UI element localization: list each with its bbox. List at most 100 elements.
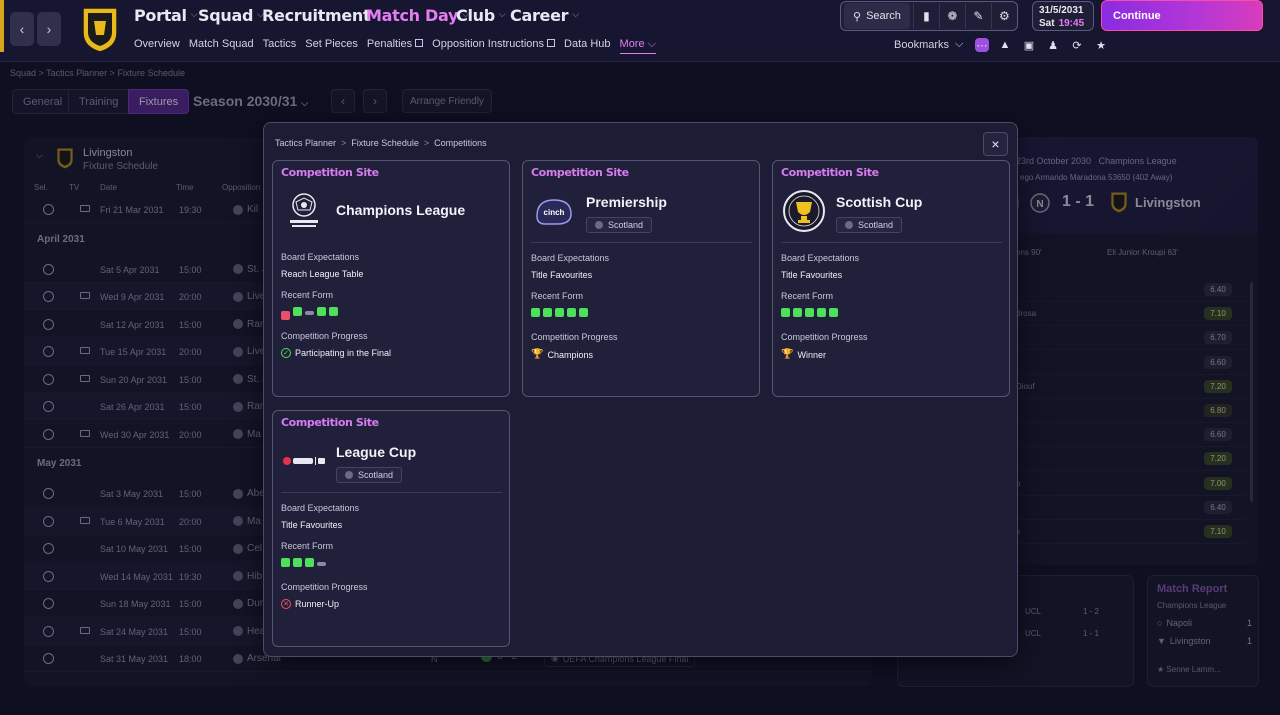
nation-badge: Scotland [836, 217, 903, 233]
recent-form [281, 558, 326, 567]
form-win [781, 308, 790, 317]
chevron-down-icon: ⌵ [498, 10, 506, 20]
board-expectations-value: Title Favourites [281, 520, 343, 530]
form-win [543, 308, 552, 317]
divider [531, 242, 752, 243]
competition-name: Champions League [336, 202, 466, 218]
form-draw [317, 562, 326, 566]
nation-badge: Scotland [336, 467, 403, 483]
competition-name: Premiership [586, 194, 667, 210]
chevron-down-icon: ⌵ [572, 10, 579, 20]
nav-career[interactable]: Career ⌵ [510, 4, 579, 26]
chat-icon[interactable]: ⋯ [975, 38, 989, 52]
form-win [817, 308, 826, 317]
subnav-opposition-instructions[interactable]: Opposition Instructions [432, 38, 556, 54]
nav-club[interactable]: Club ⌵ [456, 4, 506, 26]
globe-icon [595, 221, 603, 229]
chevron-down-icon: ⌵ [190, 10, 198, 20]
competition-progress-label: Competition Progress [281, 582, 368, 592]
gear-icon[interactable]: ⚙ [990, 3, 1017, 29]
champions-league-logo-icon [290, 193, 318, 227]
nation-badge: Scotland [586, 217, 653, 233]
clipboard-icon[interactable]: ▣ [1022, 38, 1036, 52]
nav-portal[interactable]: Portal ⌵ [134, 4, 198, 26]
competition-progress-label: Competition Progress [531, 332, 618, 342]
subnav-more[interactable]: More ⌵ [619, 38, 656, 54]
competition-name: Scottish Cup [836, 194, 923, 210]
club-badge-icon[interactable] [80, 5, 120, 53]
competition-card-champions-league[interactable]: Competition Site Champions League Board … [272, 160, 510, 397]
recent-form [281, 307, 338, 320]
form-win [531, 308, 540, 317]
chevron-right-icon: › [46, 21, 52, 37]
form-win [281, 558, 290, 567]
form-win [317, 307, 326, 316]
back-button[interactable]: ‹ [10, 12, 34, 46]
close-icon: × [991, 136, 1000, 152]
league-cup-logo-icon [283, 457, 325, 465]
search-button[interactable]: ⚲ Search [844, 3, 910, 29]
competition-card-league-cup[interactable]: Competition Site League Cup Scotland Boa… [272, 410, 510, 647]
modal-breadcrumb: Tactics Planner > Fixture Schedule > Compe… [275, 138, 487, 148]
refresh-icon[interactable]: ⟳ [1070, 38, 1084, 52]
trophy-icon: 🏆 [531, 349, 544, 360]
subnav-overview[interactable]: Overview [134, 38, 180, 54]
check-icon: ✓ [281, 348, 291, 358]
close-button[interactable]: × [983, 132, 1008, 156]
toolbar: ⚲ Search ▮ ❁ ✎ ⚙ [840, 1, 1018, 31]
competition-card-premiership[interactable]: Competition Site cinch Premiership Scotl… [522, 160, 760, 397]
board-expectations-label: Board Expectations [531, 253, 610, 263]
board-expectations-label: Board Expectations [281, 503, 360, 513]
competition-site-link[interactable]: Competition Site [281, 166, 379, 179]
subnav-data-hub[interactable]: Data Hub [564, 38, 610, 54]
competition-card-scottish-cup[interactable]: Competition Site Scottish Cup Scotland B… [772, 160, 1010, 397]
recent-form-label: Recent Form [531, 291, 584, 301]
form-win [829, 308, 838, 317]
competition-progress-label: Competition Progress [781, 332, 868, 342]
form-win [579, 308, 588, 317]
brain-icon[interactable]: ❁ [938, 3, 965, 29]
board-expectations-value: Reach League Table [281, 269, 364, 279]
competition-site-link[interactable]: Competition Site [781, 166, 879, 179]
competition-site-link[interactable]: Competition Site [281, 416, 379, 429]
chevron-down-icon: ⌵ [647, 38, 656, 50]
nav-match-day[interactable]: Match Day ⌵ [366, 4, 469, 26]
game-date[interactable]: 31/5/2031 Sat 19:45 [1032, 1, 1094, 31]
board-expectations-value: Title Favourites [531, 270, 593, 280]
competition-site-link[interactable]: Competition Site [531, 166, 629, 179]
nav-recruitment[interactable]: Recruitment ⌵ [262, 4, 381, 26]
svg-text:cinch: cinch [544, 208, 565, 217]
external-link-icon [415, 39, 424, 47]
recent-form [531, 308, 588, 317]
competition-progress: 🏆 Winner [781, 349, 826, 360]
globe-icon [845, 221, 853, 229]
sub-navigation: Overview Match Squad Tactics Set Pieces … [134, 38, 656, 54]
trophy-icon[interactable]: ★ [1094, 38, 1108, 52]
external-link-icon [547, 39, 556, 47]
competitions-modal: Tactics Planner > Fixture Schedule > Compe… [263, 122, 1018, 657]
recent-form-label: Recent Form [281, 290, 334, 300]
competition-progress: ✕ Runner-Up [281, 599, 339, 609]
subnav-penalties[interactable]: Penalties [367, 38, 424, 54]
globe-icon [345, 471, 353, 479]
forward-button[interactable]: › [37, 12, 61, 46]
shirt-icon[interactable]: ▲ [998, 38, 1012, 52]
subnav-match-squad[interactable]: Match Squad [189, 38, 254, 54]
chevron-down-icon: ⌵ [955, 38, 964, 50]
board-expectations-value: Title Favourites [781, 270, 843, 280]
cross-icon: ✕ [281, 599, 291, 609]
trophy-icon: 🏆 [781, 349, 794, 360]
bookmarks-menu[interactable]: Bookmarks ⌵ [894, 38, 963, 51]
pencil-icon[interactable]: ✎ [964, 3, 991, 29]
subnav-set-pieces[interactable]: Set Pieces [305, 38, 358, 54]
people-icon[interactable]: ♟ [1046, 38, 1060, 52]
continue-button[interactable]: Continue [1101, 0, 1263, 31]
form-win [555, 308, 564, 317]
form-win [305, 558, 314, 567]
subnav-tactics[interactable]: Tactics [263, 38, 297, 54]
nav-squad[interactable]: Squad ⌵ [198, 4, 264, 26]
form-win [793, 308, 802, 317]
bookmark-icon[interactable]: ▮ [912, 3, 939, 29]
premiership-logo-icon: cinch [536, 199, 572, 225]
competition-progress: 🏆 Champions [531, 349, 593, 360]
